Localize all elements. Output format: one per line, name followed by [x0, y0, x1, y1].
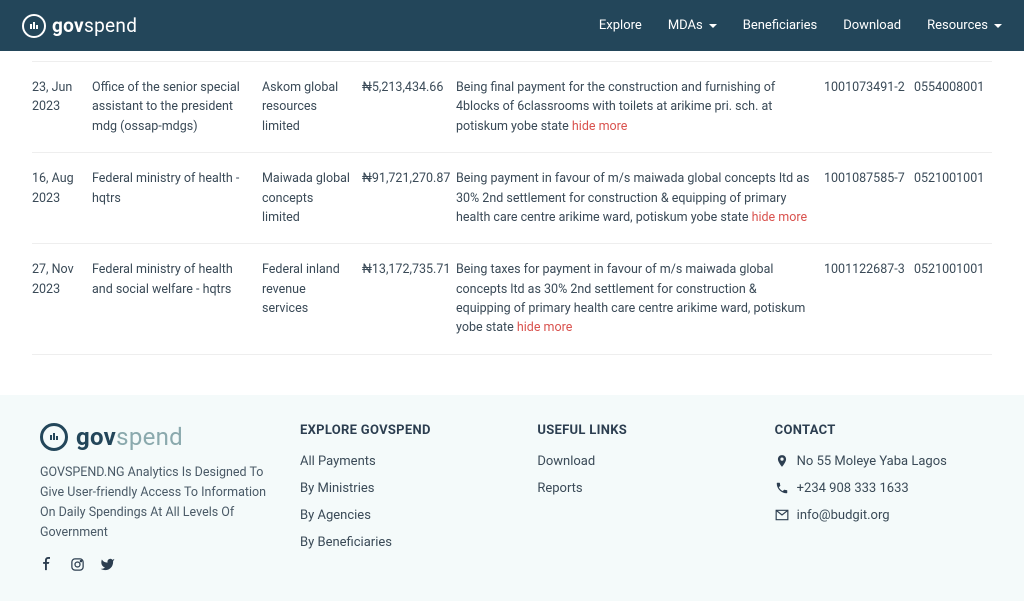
hide-more-toggle[interactable]: hide more	[572, 119, 628, 134]
payments-table: 23, Jun 2023 Office of the senior specia…	[0, 51, 1024, 395]
cell-ref1: 1001073491-2	[824, 78, 914, 136]
cell-ministry: Federal ministry of health and social we…	[92, 260, 262, 338]
location-icon	[775, 454, 789, 468]
nav-mdas[interactable]: MDAs	[668, 18, 717, 33]
facebook-icon[interactable]	[40, 557, 56, 573]
footer-heading: CONTACT	[775, 423, 984, 438]
footer-link-download[interactable]: Download	[537, 454, 746, 469]
chevron-down-icon	[994, 24, 1002, 28]
description-text: Being taxes for payment in favour of m/s…	[456, 262, 805, 335]
footer-useful: USEFUL LINKS Download Reports	[537, 423, 746, 573]
footer-logo[interactable]: govspend	[40, 423, 272, 451]
footer-link-by-beneficiaries[interactable]: By Beneficiaries	[300, 535, 509, 550]
brand-logo[interactable]: govspend	[22, 14, 137, 38]
footer-link-reports[interactable]: Reports	[537, 481, 746, 496]
nav-resources-label: Resources	[927, 18, 988, 33]
social-links	[40, 557, 272, 573]
footer-link-all-payments[interactable]: All Payments	[300, 454, 509, 469]
cell-ref1: 1001122687-3	[824, 260, 914, 338]
cell-ref2: 0521001001	[914, 169, 992, 227]
cell-date: 23, Jun 2023	[32, 78, 92, 136]
cell-description: Being final payment for the construction…	[442, 78, 824, 136]
nav-beneficiaries[interactable]: Beneficiaries	[743, 18, 817, 33]
table-row: 23, Jun 2023 Office of the senior specia…	[32, 61, 992, 153]
cell-ministry: Office of the senior special assistant t…	[92, 78, 262, 136]
contact-address-text: No 55 Moleye Yaba Lagos	[797, 454, 947, 469]
cell-amount: ₦13,172,735.71	[362, 260, 442, 338]
phone-icon	[775, 481, 789, 495]
footer-about: govspend GOVSPEND.NG Analytics Is Design…	[40, 423, 272, 573]
cell-beneficiary: Askom global resources limited	[262, 78, 362, 136]
email-icon	[775, 508, 789, 522]
cell-ministry: Federal ministry of health - hqtrs	[92, 169, 262, 227]
cell-ref2: 0521001001	[914, 260, 992, 338]
footer-heading: USEFUL LINKS	[537, 423, 746, 438]
nav-download[interactable]: Download	[843, 18, 901, 33]
table-row: 27, Nov 2023 Federal ministry of health …	[32, 244, 992, 355]
cell-date: 27, Nov 2023	[32, 260, 92, 338]
navbar: govspend Explore MDAs Beneficiaries Down…	[0, 0, 1024, 51]
contact-address: No 55 Moleye Yaba Lagos	[775, 454, 984, 469]
cell-beneficiary: Maiwada global concepts limited	[262, 169, 362, 227]
cell-ref2: 0554008001	[914, 78, 992, 136]
nav-resources[interactable]: Resources	[927, 18, 1002, 33]
contact-phone: +234 908 333 1633	[775, 481, 984, 496]
footer-heading: EXPLORE GOVSPEND	[300, 423, 509, 438]
cell-ref1: 1001087585-7	[824, 169, 914, 227]
hide-more-toggle[interactable]: hide more	[752, 210, 808, 225]
cell-beneficiary: Federal inland revenue services	[262, 260, 362, 338]
footer-explore: EXPLORE GOVSPEND All Payments By Ministr…	[300, 423, 509, 573]
logo-icon	[22, 14, 46, 38]
table-row: 16, Aug 2023 Federal ministry of health …	[32, 153, 992, 244]
nav-explore[interactable]: Explore	[599, 18, 642, 33]
cell-description: Being taxes for payment in favour of m/s…	[442, 260, 824, 338]
contact-phone-text: +234 908 333 1633	[797, 481, 909, 496]
nav-mdas-label: MDAs	[668, 18, 703, 33]
contact-email-text: info@budgit.org	[797, 508, 890, 523]
brand-name: govspend	[52, 14, 137, 37]
cell-description: Being payment in favour of m/s maiwada g…	[442, 169, 824, 227]
contact-email: info@budgit.org	[775, 508, 984, 523]
logo-icon	[40, 423, 68, 451]
primary-nav: Explore MDAs Beneficiaries Download Reso…	[599, 18, 1002, 33]
footer-description: GOVSPEND.NG Analytics Is Designed To Giv…	[40, 463, 272, 543]
hide-more-toggle[interactable]: hide more	[517, 320, 573, 335]
cell-amount: ₦5,213,434.66	[362, 78, 442, 136]
footer-link-by-ministries[interactable]: By Ministries	[300, 481, 509, 496]
chevron-down-icon	[709, 24, 717, 28]
footer-brand-name: govspend	[76, 423, 183, 451]
footer-link-by-agencies[interactable]: By Agencies	[300, 508, 509, 523]
instagram-icon[interactable]	[70, 557, 86, 573]
twitter-icon[interactable]	[100, 557, 116, 573]
cell-date: 16, Aug 2023	[32, 169, 92, 227]
cell-amount: ₦91,721,270.87	[362, 169, 442, 227]
footer: govspend GOVSPEND.NG Analytics Is Design…	[0, 395, 1024, 601]
footer-contact: CONTACT No 55 Moleye Yaba Lagos +234 908…	[775, 423, 984, 573]
